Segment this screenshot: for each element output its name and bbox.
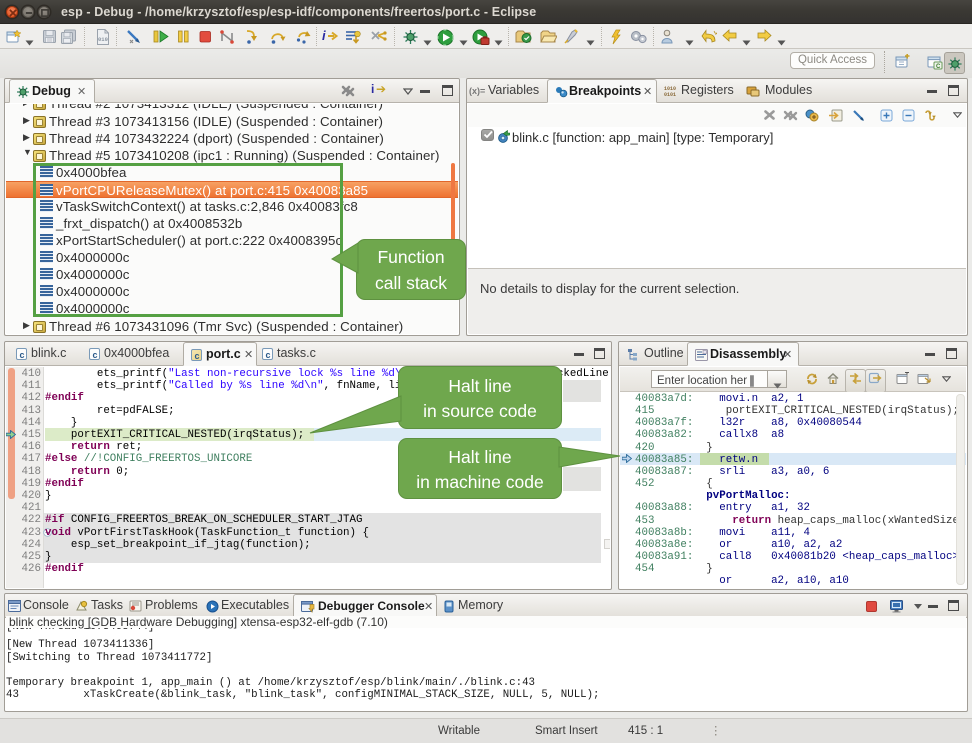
svg-text:010: 010 — [98, 36, 108, 43]
svg-text:0101: 0101 — [664, 92, 676, 98]
svg-text:C: C — [936, 64, 941, 70]
